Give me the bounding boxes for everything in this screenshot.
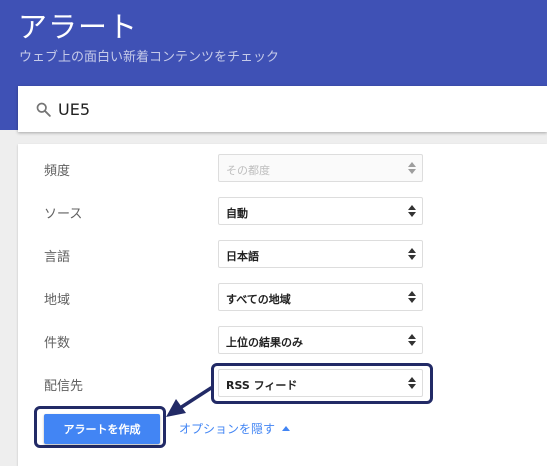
region-value: すべての地域 [226,293,291,306]
deliver-to-label: 配信先 [44,379,84,394]
select-arrows-icon [408,162,416,174]
language-value: 日本語 [226,250,259,263]
page-title: アラート [18,10,139,44]
frequency-value: その都度 [226,164,270,177]
region-select[interactable]: すべての地域 [218,283,423,311]
source-select[interactable]: 自動 [218,197,423,225]
alert-options-panel: 頻度 その都度 ソース 自動 言語 日本語 地域 すべての地域 件数 上位の結果… [18,144,547,466]
frequency-label: 頻度 [44,164,71,179]
language-label: 言語 [44,250,71,265]
select-arrows-icon [408,334,416,346]
count-select[interactable]: 上位の結果のみ [218,326,423,354]
source-label: ソース [44,207,83,222]
page-subtitle: ウェブ上の面白い新着コンテンツをチェック [19,50,280,65]
frequency-select: その都度 [218,154,423,182]
deliver-to-highlight [211,363,433,404]
hide-options-link[interactable]: オプションを隠す [179,420,291,437]
count-value: 上位の結果のみ [226,336,303,349]
select-arrows-icon [408,291,416,303]
search-icon [36,102,51,117]
search-box[interactable] [18,86,547,132]
hide-options-label: オプションを隠す [179,422,276,436]
caret-up-icon [282,426,291,431]
search-input[interactable] [58,86,518,132]
select-arrows-icon [408,248,416,260]
select-arrows-icon [408,205,416,217]
region-label: 地域 [44,293,71,308]
source-value: 自動 [226,207,248,220]
create-alert-button[interactable]: アラートを作成 [44,414,160,444]
count-label: 件数 [44,336,71,351]
language-select[interactable]: 日本語 [218,240,423,268]
